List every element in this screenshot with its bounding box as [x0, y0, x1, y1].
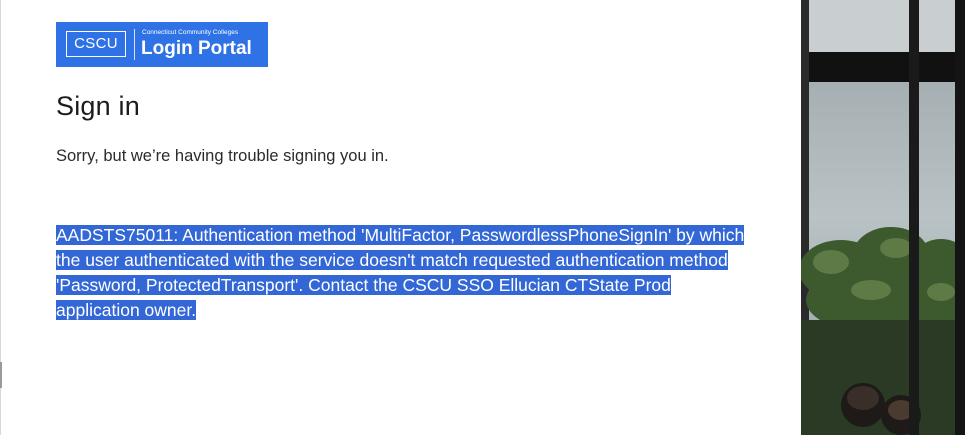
logo-divider [134, 29, 135, 60]
error-details-text: AADSTS75011: Authentication method 'Mult… [56, 225, 745, 320]
sign-in-page: CSCU Connecticut Community Colleges Logi… [0, 0, 965, 435]
logo-title: Login Portal [141, 38, 252, 59]
cscu-logo: CSCU Connecticut Community Colleges Logi… [56, 22, 268, 67]
error-summary: Sorry, but we’re having trouble signing … [56, 147, 389, 165]
sign-in-panel: CSCU Connecticut Community Colleges Logi… [0, 0, 801, 435]
window-edge-handle [0, 362, 2, 388]
window-view-illustration [801, 0, 965, 435]
logo-subtitle: Connecticut Community Colleges [142, 29, 239, 36]
background-photo [801, 0, 965, 435]
page-title: Sign in [56, 91, 140, 121]
error-details: AADSTS75011: Authentication method 'Mult… [56, 223, 746, 323]
logo-abbreviation: CSCU [66, 31, 126, 57]
